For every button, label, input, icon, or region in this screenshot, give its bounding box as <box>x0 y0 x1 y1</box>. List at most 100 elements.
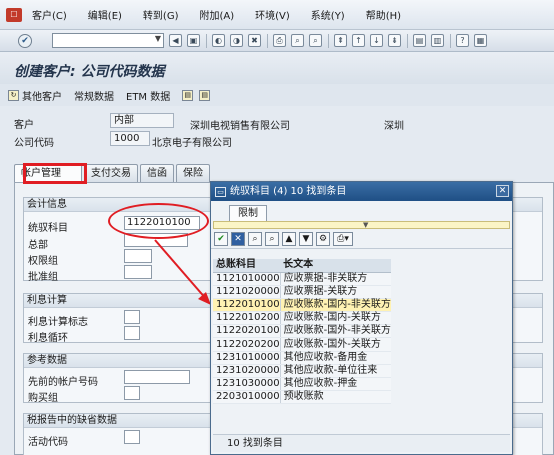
tab-account-management[interactable]: 帐户管理 <box>14 164 82 182</box>
settings-gear-icon[interactable]: ⚙ <box>316 231 330 246</box>
new-session-icon[interactable]: ▤ <box>413 34 426 47</box>
previous-page-icon[interactable]: ↑ <box>352 34 365 47</box>
cancel-icon[interactable]: ✖ <box>248 34 261 47</box>
shortcut-icon[interactable]: ▥ <box>431 34 444 47</box>
company-code-field[interactable]: 1000 <box>110 131 150 146</box>
binoculars-icon[interactable]: ⌕ <box>248 231 262 246</box>
account-cell[interactable]: 1231030000 <box>213 377 281 392</box>
application-toolbar: ↻ 其他客户 常规数据 ETM 数据 ▤ ▤ <box>0 84 554 106</box>
tab-strip: 帐户管理 支付交易 信函 保险 <box>14 164 212 182</box>
column-header-long-text[interactable]: 长文本 <box>280 259 391 273</box>
tab-correspondence[interactable]: 信函 <box>140 164 174 182</box>
menu-system[interactable]: 系统(Y) <box>311 7 345 22</box>
previous-account-input[interactable] <box>124 370 190 384</box>
print-icon[interactable]: ⎙▾ <box>333 231 353 246</box>
text-cell[interactable]: 其他应收款-单位往来 <box>280 364 391 379</box>
enter-check-icon[interactable]: ✔ <box>18 33 32 48</box>
back-arrow-icon[interactable]: ◀ <box>169 34 182 47</box>
account-cell[interactable]: 1231020000 <box>213 364 281 379</box>
dialog-title-bar: ▭ 统驭科目 (4) 10 找到条目 ✕ <box>211 182 512 201</box>
account-cell[interactable]: 1122010100 <box>213 298 281 313</box>
release-group-input[interactable] <box>124 265 152 279</box>
table-row[interactable]: 1121010000 应收票据-非关联方 <box>213 272 391 286</box>
menu-extras[interactable]: 附加(A) <box>199 7 234 22</box>
account-cell[interactable]: 1122020200 <box>213 337 281 352</box>
table-row-selected[interactable]: 1122010100 应收账款-国内-非关联方 <box>213 298 391 313</box>
activity-code-input[interactable] <box>124 430 140 444</box>
tab-insurance[interactable]: 保险 <box>176 164 210 182</box>
text-cell[interactable]: 应收票据-关联方 <box>280 285 391 299</box>
find-icon[interactable]: ⌕ <box>291 34 304 47</box>
previous-account-label: 先前的帐户号码 <box>28 377 98 388</box>
table-row[interactable]: 2203010000 预收账款 <box>213 390 391 405</box>
value-help-dialog: ▭ 统驭科目 (4) 10 找到条目 ✕ 限制 ▼ ✔ ✕ ⌕ ⌕ ▲ ▼ ⚙ … <box>210 181 513 455</box>
authorization-group-input[interactable] <box>124 249 152 263</box>
confirm-check-icon[interactable]: ✔ <box>214 231 228 246</box>
column-header-account[interactable]: 总账科目 <box>213 259 281 273</box>
interest-cycle-input[interactable] <box>124 326 140 340</box>
tab-restrictions[interactable]: 限制 <box>229 205 267 221</box>
text-cell[interactable]: 应收账款-国内-非关联方 <box>280 298 391 313</box>
customer-label: 客户 <box>14 120 34 131</box>
text-cell[interactable]: 应收账款-国内-关联方 <box>280 311 391 326</box>
text-cell[interactable]: 其他应收款-备用金 <box>280 351 391 365</box>
sort-ascending-icon[interactable]: ▲ <box>282 231 296 246</box>
text-cell[interactable]: 应收账款-国外-关联方 <box>280 337 391 352</box>
tab-payment-transactions[interactable]: 支付交易 <box>84 164 138 182</box>
table-row[interactable]: 1231020000 其他应收款-单位往来 <box>213 364 391 379</box>
text-cell[interactable]: 预收账款 <box>280 390 391 405</box>
layout-menu-icon[interactable]: ▦ <box>474 34 487 47</box>
next-page-icon[interactable]: ↓ <box>370 34 383 47</box>
account-cell[interactable]: 2203010000 <box>213 390 281 405</box>
buying-group-label: 购买组 <box>28 393 58 404</box>
customer-field[interactable]: 内部 <box>110 113 174 128</box>
table-row[interactable]: 1122010200 应收账款-国内-关联方 <box>213 311 391 326</box>
menu-bar: ☐ 客户(C) 编辑(E) 转到(G) 附加(A) 环境(V) 系统(Y) 帮助… <box>0 0 554 30</box>
text-cell[interactable]: 其他应收款-押金 <box>280 377 391 392</box>
print-icon[interactable]: ⎙ <box>273 34 286 47</box>
exit-icon[interactable]: ◑ <box>230 34 243 47</box>
interest-indicator-input[interactable] <box>124 310 140 324</box>
menu-help[interactable]: 帮助(H) <box>366 7 401 22</box>
menu-environment[interactable]: 环境(V) <box>255 7 290 22</box>
head-office-input[interactable] <box>124 233 188 247</box>
menu-goto[interactable]: 转到(G) <box>143 7 179 22</box>
document-2-icon[interactable]: ▤ <box>199 89 211 101</box>
account-cell[interactable]: 1121010000 <box>213 272 281 286</box>
recon-account-input[interactable]: 1122010100 <box>124 216 200 230</box>
last-page-icon[interactable]: ⇟ <box>388 34 401 47</box>
etm-data-button[interactable]: ETM 数据 <box>126 88 170 103</box>
account-cell[interactable]: 1122020100 <box>213 324 281 339</box>
table-row[interactable]: 1231030000 其他应收款-押金 <box>213 377 391 392</box>
command-field[interactable]: ▼ <box>52 33 164 48</box>
first-page-icon[interactable]: ⇞ <box>334 34 347 47</box>
general-data-button[interactable]: 常规数据 <box>74 88 114 103</box>
head-office-label: 总部 <box>28 240 48 251</box>
table-row[interactable]: 1231010000 其他应收款-备用金 <box>213 351 391 365</box>
dropdown-arrow-icon[interactable]: ▼ <box>155 34 161 43</box>
find-next-binoculars-icon[interactable]: ⌕ <box>265 231 279 246</box>
save-icon[interactable]: ▣ <box>187 34 200 47</box>
text-cell[interactable]: 应收账款-国外-非关联方 <box>280 324 391 339</box>
table-row[interactable]: 1122020100 应收账款-国外-非关联方 <box>213 324 391 339</box>
menu-edit[interactable]: 编辑(E) <box>88 7 122 22</box>
account-cell[interactable]: 1231010000 <box>213 351 281 365</box>
table-row[interactable]: 1122020200 应收账款-国外-关联方 <box>213 337 391 352</box>
sort-descending-icon[interactable]: ▼ <box>299 231 313 246</box>
account-cell[interactable]: 1122010200 <box>213 311 281 326</box>
text-cell[interactable]: 应收票据-非关联方 <box>280 272 391 286</box>
cancel-x-icon[interactable]: ✕ <box>231 231 245 246</box>
close-icon[interactable]: ✕ <box>496 185 509 197</box>
find-next-icon[interactable]: ⌕ <box>309 34 322 47</box>
help-icon[interactable]: ? <box>456 34 469 47</box>
sap-app-icon[interactable]: ☐ <box>6 7 22 22</box>
back-icon[interactable]: ◐ <box>212 34 225 47</box>
document-icon[interactable]: ▤ <box>182 89 194 101</box>
restrictions-toggle[interactable]: ▼ <box>213 221 510 229</box>
account-cell[interactable]: 1121020000 <box>213 285 281 299</box>
other-customer-button[interactable]: ↻ 其他客户 <box>8 88 62 103</box>
buying-group-input[interactable] <box>124 386 140 400</box>
menu-customer[interactable]: 客户(C) <box>32 7 67 22</box>
expand-triangle-icon[interactable]: ▼ <box>363 222 368 229</box>
table-row[interactable]: 1121020000 应收票据-关联方 <box>213 285 391 299</box>
